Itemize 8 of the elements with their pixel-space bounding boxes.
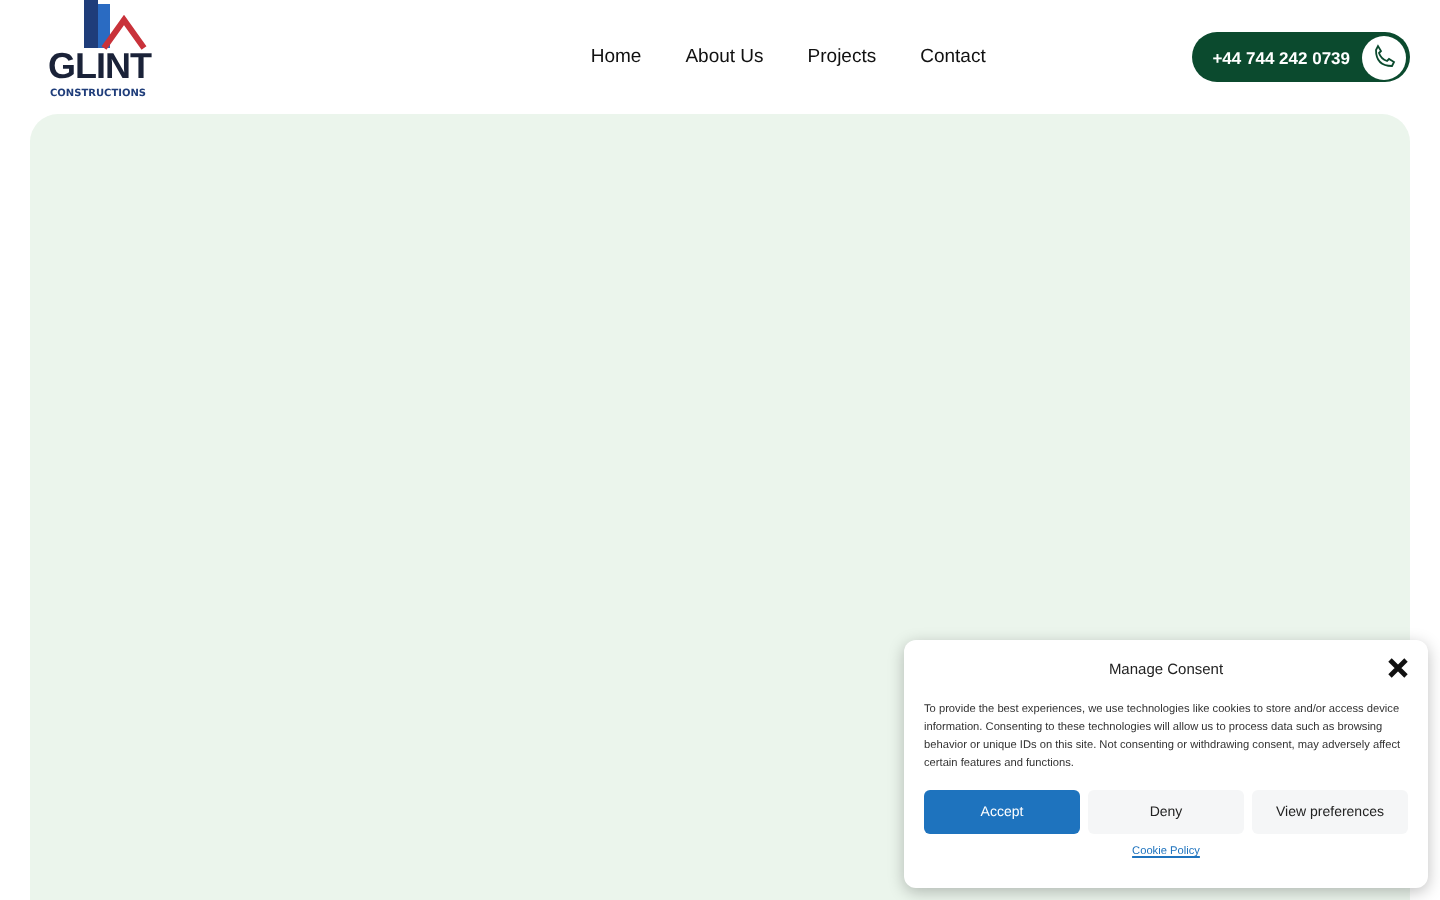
close-icon[interactable] <box>1388 658 1408 678</box>
nav-link[interactable]: Contact <box>920 46 986 68</box>
logo-name: GLINT <box>48 49 151 83</box>
nav-link[interactable]: Projects <box>807 46 877 68</box>
phone-button[interactable]: +44 744 242 0739 <box>1192 32 1410 82</box>
phone-icon <box>1362 35 1406 79</box>
nav-link[interactable]: About Us <box>685 46 764 68</box>
nav-link[interactable]: Home <box>590 46 642 68</box>
